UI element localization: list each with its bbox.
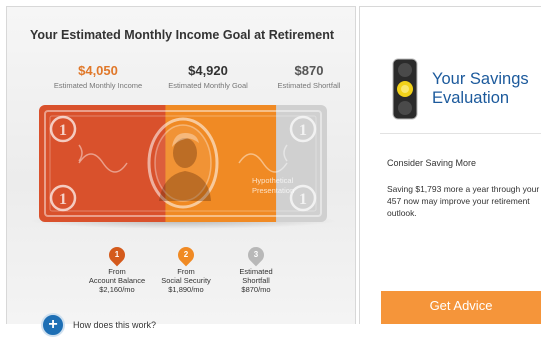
stat-estimated-shortfall: $870 Estimated Shortfall <box>253 63 365 90</box>
get-advice-button[interactable]: Get Advice <box>381 291 541 324</box>
stat-label: Estimated Monthly Goal <box>168 81 248 90</box>
income-goal-panel: Your Estimated Monthly Income Goal at Re… <box>6 6 356 337</box>
evaluation-body: Saving $1,793 more a year through your 4… <box>387 184 540 218</box>
panel-title: Your Estimated Monthly Income Goal at Re… <box>30 28 334 42</box>
stat-value: $4,920 <box>188 63 228 78</box>
stat-label: Estimated Monthly Income <box>53 81 143 90</box>
traffic-light-icon <box>392 58 418 120</box>
how-does-this-work-link[interactable]: + How does this work? <box>41 313 156 337</box>
evaluation-title: Your Savings Evaluation <box>432 70 529 108</box>
watermark-line1: Hypothetical <box>252 176 294 185</box>
marker-shortfall: 3 Estimated Shortfall $870/mo <box>211 243 301 294</box>
plus-icon[interactable]: + <box>41 313 65 337</box>
map-pin-icon: 1 <box>105 243 129 267</box>
how-link-label[interactable]: How does this work? <box>73 320 156 330</box>
marker-line1: Estimated <box>239 267 273 276</box>
map-pin-icon: 2 <box>174 243 198 267</box>
stat-value: $4,050 <box>78 63 118 78</box>
svg-text:1: 1 <box>299 191 307 208</box>
stat-estimated-goal: $4,920 Estimated Monthly Goal <box>152 63 264 90</box>
stat-estimated-income: $4,050 Estimated Monthly Income <box>42 63 154 90</box>
dollar-bill-illustration: 1 1 1 1 Hypothetical Presentation <box>39 105 327 222</box>
svg-text:1: 1 <box>59 122 67 139</box>
marker-amount: $870/mo <box>241 285 271 294</box>
svg-text:1: 1 <box>299 122 307 139</box>
evaluation-subhead: Consider Saving More <box>387 158 477 168</box>
divider <box>380 133 541 134</box>
map-pin-icon: 3 <box>244 243 268 267</box>
marker-line2: Shortfall <box>242 276 270 285</box>
evaluation-title-line2: Evaluation <box>432 89 510 107</box>
stat-label: Estimated Shortfall <box>277 81 341 90</box>
svg-text:1: 1 <box>59 191 67 208</box>
evaluation-title-line1: Your Savings <box>432 70 529 88</box>
stat-value: $870 <box>294 63 324 78</box>
watermark-line2: Presentation <box>252 186 294 195</box>
